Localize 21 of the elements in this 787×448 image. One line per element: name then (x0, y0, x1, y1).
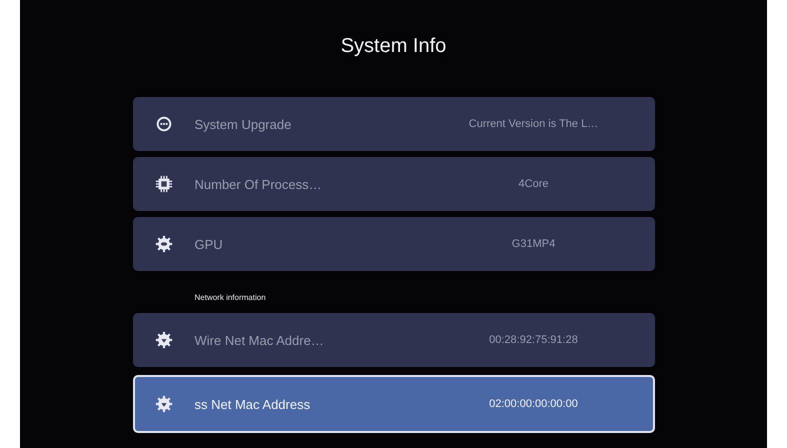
settings-row[interactable]: ss Net Mac Address 02:00:00:00:00:00 (132, 375, 654, 433)
row-value: 00:28:92:75:91:28 (488, 334, 579, 346)
row-value: 02:00:00:00:00:00 (488, 398, 579, 410)
row-label: Number Of Process… (194, 176, 323, 192)
row-label: ss Net Mac Address (194, 396, 312, 412)
gear-icon (154, 395, 172, 413)
settings-row[interactable]: GPU G31MP4 (132, 217, 654, 271)
gear-icon (154, 331, 172, 349)
section-heading: Network information (194, 293, 267, 302)
gear-icon (154, 235, 172, 253)
screen-title: System Info (340, 35, 446, 59)
row-value: 4Core (518, 178, 550, 190)
settings-row[interactable]: Wire Net Mac Addre… 00:28:92:75:91:28 (132, 313, 654, 367)
row-label: System Upgrade (194, 116, 292, 132)
row-value: G31MP4 (510, 238, 556, 250)
settings-row[interactable]: Number Of Process… 4Core (132, 157, 654, 211)
settings-row[interactable]: System Upgrade Current Version is The L… (132, 97, 654, 151)
row-value: Current Version is The L… (468, 118, 600, 130)
chip-icon (154, 175, 172, 193)
row-label: GPU (194, 236, 224, 252)
row-label: Wire Net Mac Addre… (194, 332, 325, 348)
